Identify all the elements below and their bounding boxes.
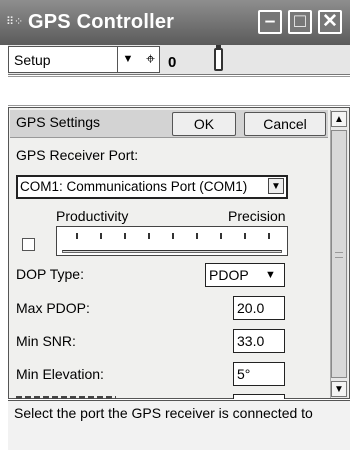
panel-title: GPS Settings bbox=[16, 114, 101, 130]
dop-type-label: DOP Type: bbox=[16, 266, 84, 282]
scroll-up-button[interactable]: ▲ bbox=[331, 111, 347, 127]
close-icon: ✕ bbox=[322, 11, 338, 32]
chevron-down-icon[interactable]: ▼ bbox=[268, 178, 284, 194]
min-elevation-field[interactable]: 5° bbox=[233, 362, 285, 386]
slider-tick bbox=[220, 233, 222, 239]
chevron-up-icon: ▲ bbox=[334, 114, 344, 125]
cancel-button[interactable]: Cancel bbox=[244, 112, 326, 136]
maximize-icon: □ bbox=[294, 11, 306, 32]
slider-tick bbox=[76, 233, 78, 239]
satellite-icon: ⌖ bbox=[146, 51, 156, 68]
slider-tick bbox=[148, 233, 150, 239]
min-elevation-label: Min Elevation: bbox=[16, 366, 104, 382]
clipped-field bbox=[233, 394, 285, 399]
window-title: GPS Controller bbox=[28, 11, 175, 33]
receiver-port-value: COM1: Communications Port (COM1) bbox=[20, 179, 248, 194]
scrollbar-grip-icon bbox=[335, 252, 343, 258]
slider-tick bbox=[244, 233, 246, 239]
status-text: Select the port the GPS receiver is conn… bbox=[14, 405, 313, 421]
gps-app-icon: ⠿⁘ bbox=[6, 16, 24, 28]
slider-tick bbox=[268, 233, 270, 239]
close-button[interactable]: ✕ bbox=[318, 10, 342, 34]
productivity-label: Productivity bbox=[56, 208, 129, 224]
slider-tick bbox=[100, 233, 102, 239]
clipped-text-fragment bbox=[16, 396, 116, 399]
precision-label: Precision bbox=[228, 208, 286, 224]
slider-track bbox=[62, 250, 282, 253]
slider-tick bbox=[196, 233, 198, 239]
chevron-down-icon[interactable]: ▼ bbox=[265, 266, 276, 284]
minimize-button[interactable]: – bbox=[258, 10, 282, 34]
chevron-down-icon: ▼ bbox=[334, 384, 344, 395]
slider-enable-checkbox[interactable] bbox=[22, 238, 35, 251]
dop-type-value: PDOP bbox=[209, 267, 249, 283]
ok-button[interactable]: OK bbox=[172, 112, 236, 136]
max-pdop-field[interactable]: 20.0 bbox=[233, 296, 285, 320]
slider-tick bbox=[172, 233, 174, 239]
satellite-count: 0 bbox=[168, 54, 177, 71]
maximize-button[interactable]: □ bbox=[288, 10, 312, 34]
slider-tick bbox=[124, 233, 126, 239]
setup-label: Setup bbox=[14, 52, 51, 68]
min-snr-field[interactable]: 33.0 bbox=[233, 329, 285, 353]
blank-toolbar bbox=[8, 76, 350, 106]
minimize-icon: – bbox=[264, 11, 276, 32]
chevron-down-icon[interactable]: ▼ bbox=[117, 46, 138, 73]
scroll-down-button[interactable]: ▼ bbox=[331, 381, 347, 397]
receiver-port-label: GPS Receiver Port: bbox=[16, 147, 139, 163]
min-snr-label: Min SNR: bbox=[16, 333, 76, 349]
max-pdop-label: Max PDOP: bbox=[16, 300, 90, 316]
clipped-row bbox=[16, 392, 116, 399]
battery-icon bbox=[214, 48, 223, 71]
